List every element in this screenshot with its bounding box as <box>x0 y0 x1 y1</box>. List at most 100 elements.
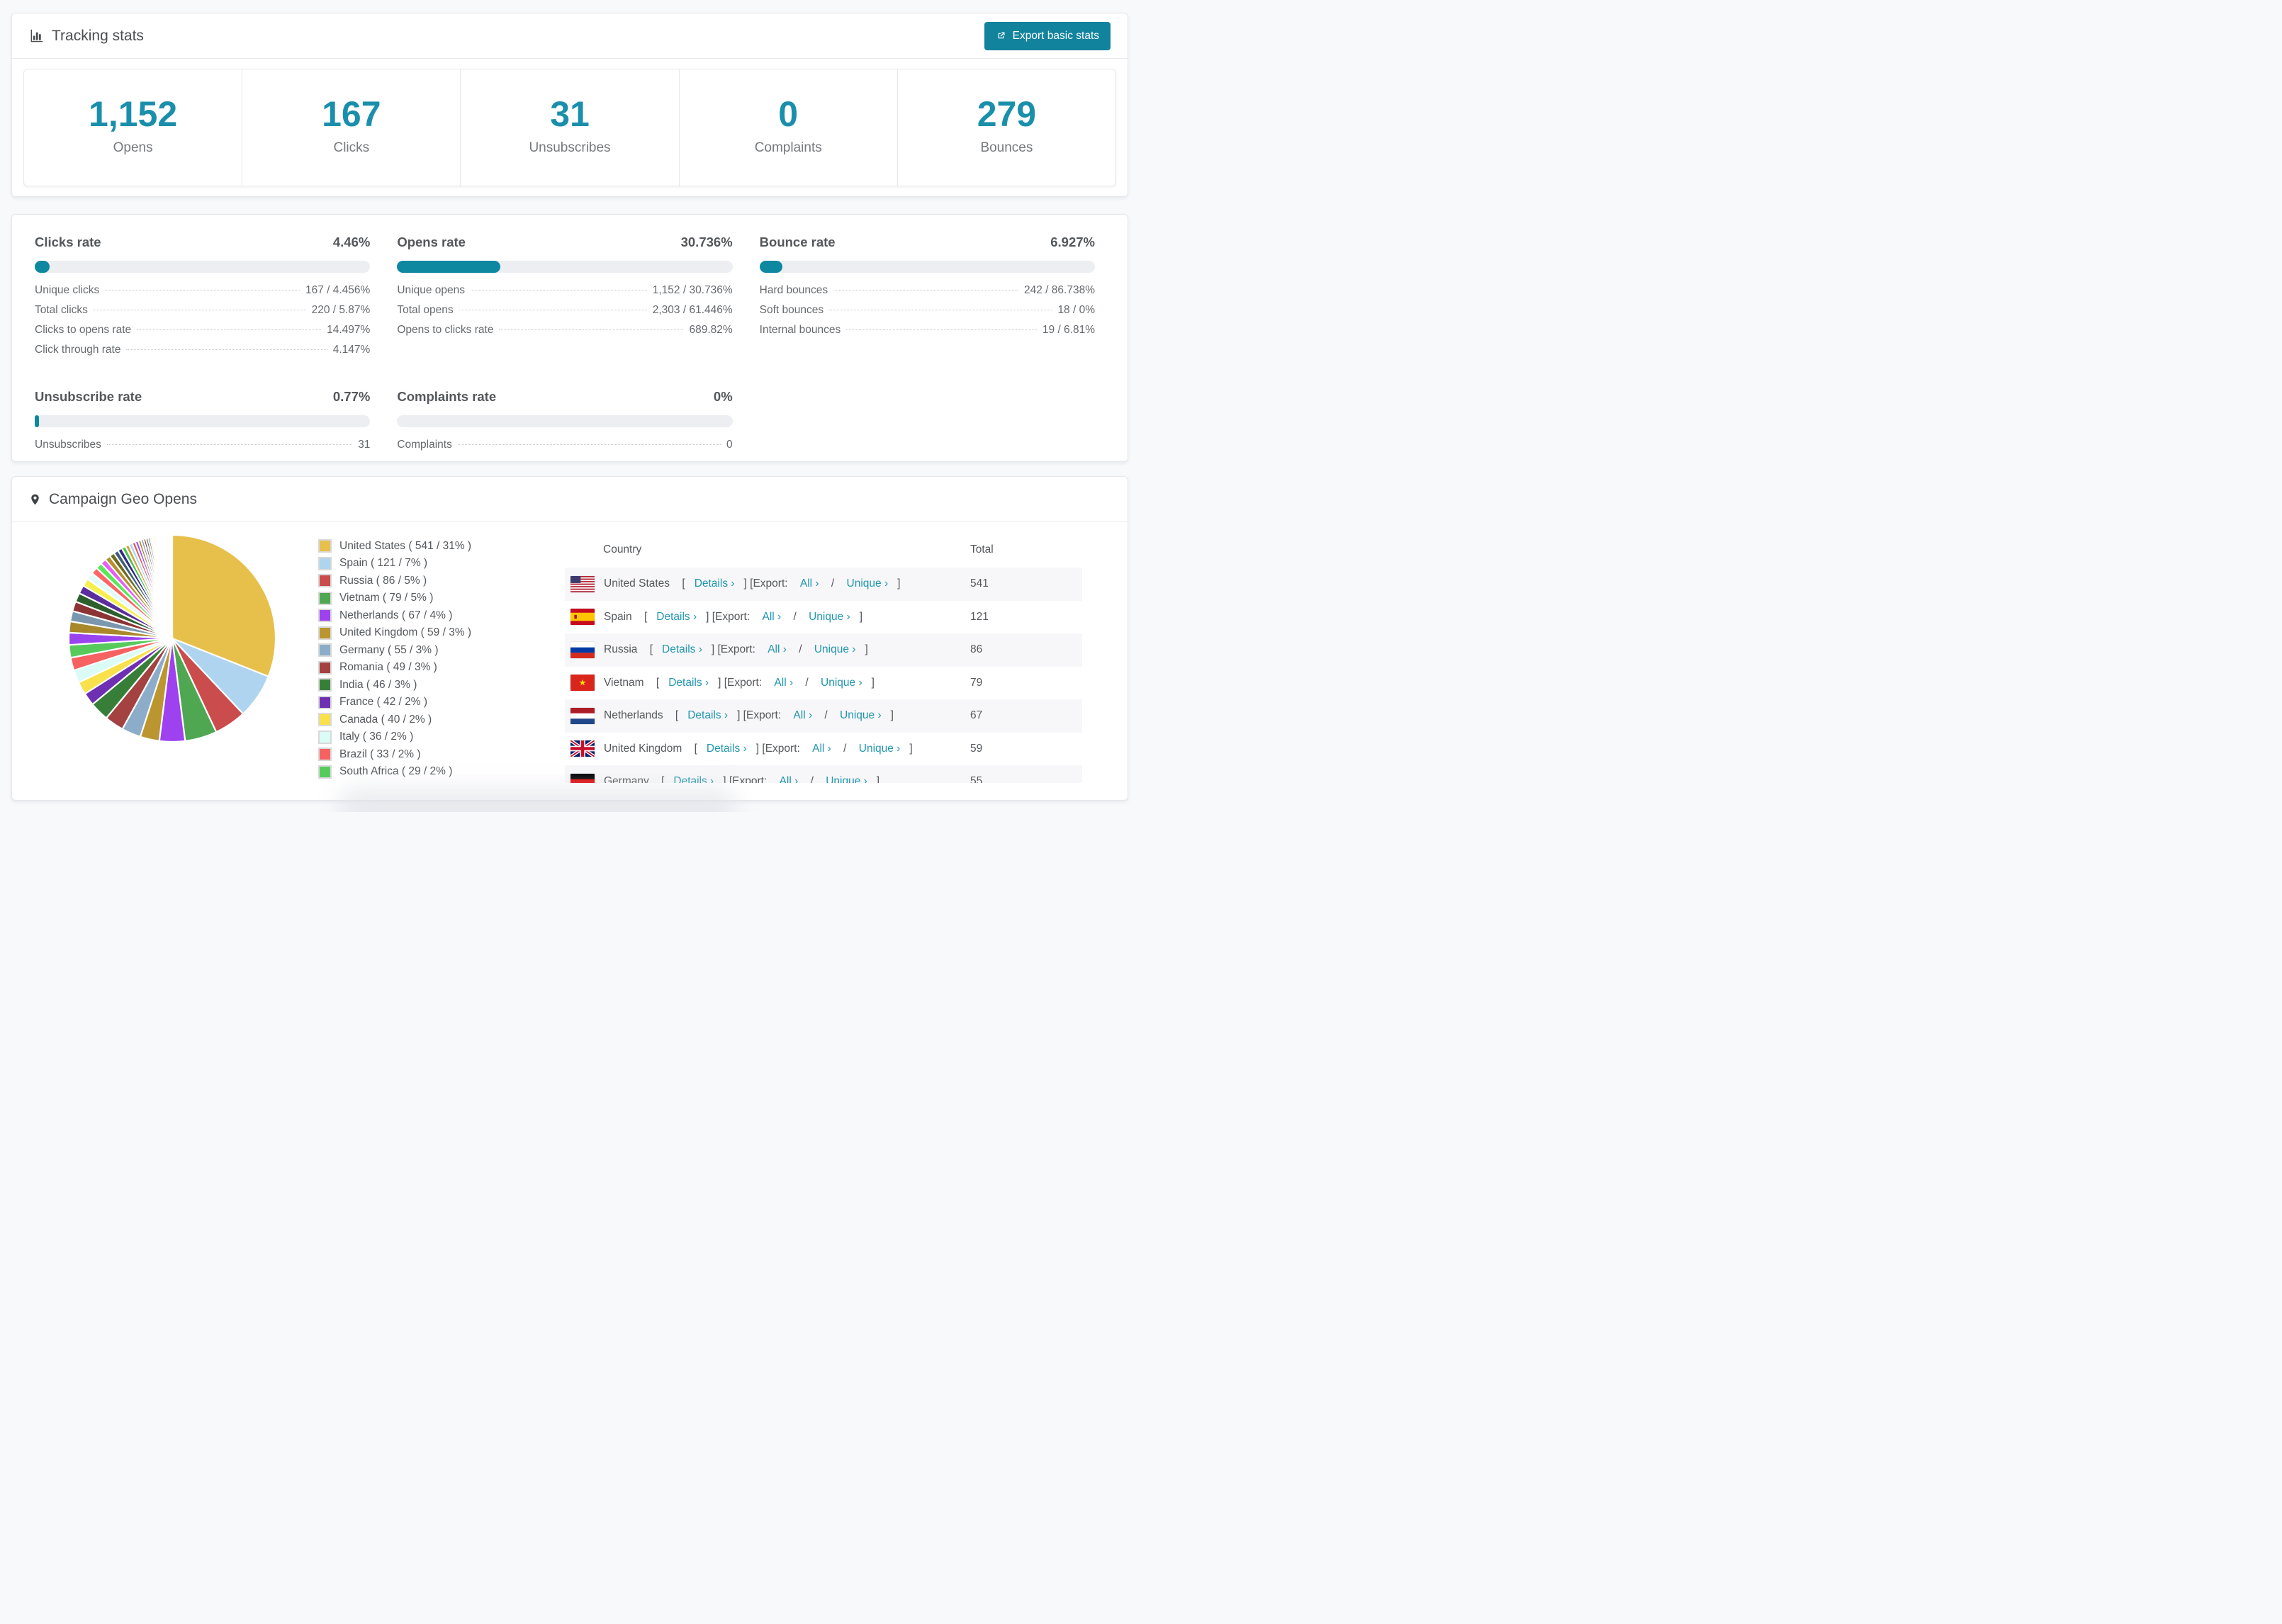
legend-label: Romania ( 49 / 3% ) <box>339 661 437 673</box>
total-cell: 79 <box>970 676 983 689</box>
bar-chart-icon <box>30 29 43 43</box>
legend-label: Spain ( 121 / 7% ) <box>339 557 428 569</box>
export-all-link[interactable]: All › <box>774 677 793 689</box>
rate-title: Clicks rate <box>35 235 101 249</box>
country-cell: Spain [Details ›] [Export: All › / Uniqu… <box>570 609 970 626</box>
legend-item: United Kingdom ( 59 / 3% ) <box>318 626 524 640</box>
export-unique-link[interactable]: Unique › <box>809 611 850 624</box>
punctuation: ] [Export: <box>755 742 804 755</box>
legend-label: France ( 42 / 2% ) <box>339 696 428 708</box>
export-unique-link[interactable]: Unique › <box>821 677 862 689</box>
legend-swatch <box>318 556 332 570</box>
rate-detail-value: 4.147% <box>332 344 371 356</box>
export-all-link[interactable]: All › <box>800 577 819 590</box>
export-unique-link[interactable]: Unique › <box>859 743 901 755</box>
rate-detail-label: Soft bounces <box>759 304 824 316</box>
export-all-link[interactable]: All › <box>812 743 831 755</box>
rate-detail-row: Click through rate 4.147% <box>35 344 370 363</box>
rates-card: Clicks rate 4.46% Unique clicks 167 / 4.45… <box>11 214 1128 462</box>
rate-detail-value: 2,303 / 61.446% <box>652 304 733 316</box>
pie-legend: United States ( 541 / 31% ) Spain ( 121 /… <box>318 532 524 782</box>
map-pin-icon <box>31 494 39 504</box>
table-row: Spain [Details ›] [Export: All › / Uniqu… <box>565 601 1082 634</box>
export-all-link[interactable]: All › <box>762 611 781 624</box>
legend-label: India ( 46 / 3% ) <box>339 678 417 691</box>
country-name: Germany <box>604 775 649 783</box>
table-row: United Kingdom [Details ›] [Export: All … <box>565 733 1082 766</box>
rate-detail-value: 167 / 4.456% <box>305 284 371 296</box>
rate-detail-label: Unsubscribes <box>35 439 101 451</box>
total-cell: 67 <box>970 709 983 722</box>
export-all-link[interactable]: All › <box>793 709 812 722</box>
legend-label: Brazil ( 33 / 2% ) <box>339 748 421 760</box>
punctuation: ] [Export: <box>706 610 753 623</box>
details-link[interactable]: Details › <box>656 611 697 624</box>
rate-detail-row: Total clicks 220 / 5.87% <box>35 304 370 324</box>
tracking-stats-page: Tracking stats Export basic stats 1,152 … <box>0 0 1141 812</box>
geo-country-table: Country Total United States [Details ›] … <box>565 532 1082 783</box>
punctuation: ] <box>897 577 901 590</box>
dotted-leader <box>126 349 327 350</box>
legend-label: Netherlands ( 67 / 4% ) <box>339 609 453 621</box>
stat-value: 0 <box>778 94 799 134</box>
total-cell: 541 <box>970 577 989 590</box>
nl-flag-icon <box>570 707 595 724</box>
legend-item: Canada ( 40 / 2% ) <box>318 713 524 726</box>
legend-item: Italy ( 36 / 2% ) <box>318 730 524 744</box>
punctuation: / <box>828 577 838 590</box>
rate-detail-value: 242 / 86.738% <box>1024 284 1095 296</box>
table-header-row: Country Total <box>565 532 1082 568</box>
legend-swatch <box>318 643 332 657</box>
punctuation: [ <box>641 610 648 623</box>
complaints-rate-progressbar <box>397 415 733 427</box>
rate-title: Unsubscribe rate <box>35 389 142 404</box>
details-link[interactable]: Details › <box>673 775 714 783</box>
table-row: United States [Details ›] [Export: All ›… <box>565 568 1082 601</box>
export-all-link[interactable]: All › <box>768 643 787 656</box>
legend-item: South Africa ( 29 / 2% ) <box>318 765 524 779</box>
legend-label: Germany ( 55 / 3% ) <box>339 643 439 656</box>
stat-opens: 1,152 Opens <box>24 69 242 186</box>
punctuation: [ <box>653 676 660 689</box>
export-icon <box>998 32 1005 39</box>
export-unique-link[interactable]: Unique › <box>814 643 856 656</box>
rate-value: 0.77% <box>332 389 371 404</box>
export-unique-link[interactable]: Unique › <box>826 775 867 783</box>
legend-item: Spain ( 121 / 7% ) <box>318 556 524 570</box>
details-link[interactable]: Details › <box>695 577 735 590</box>
rate-value: 30.736% <box>680 235 733 249</box>
table-row: Vietnam [Details ›] [Export: All › / Uni… <box>565 667 1082 700</box>
rate-detail-value: 31 <box>358 439 371 451</box>
unsubscribe-rate-progressbar <box>35 415 371 427</box>
geo-opens-header: Campaign Geo Opens <box>12 477 1128 521</box>
details-link[interactable]: Details › <box>668 677 709 689</box>
rate-detail-value: 689.82% <box>689 324 733 336</box>
stat-value: 167 <box>322 94 381 134</box>
export-basic-stats-button[interactable]: Export basic stats <box>984 21 1111 50</box>
punctuation: [ <box>679 577 685 590</box>
tracking-stats-card: Tracking stats Export basic stats 1,152 … <box>11 13 1128 197</box>
export-unique-link[interactable]: Unique › <box>847 577 889 590</box>
rate-detail-row: Clicks to opens rate 14.497% <box>35 324 370 344</box>
export-all-link[interactable]: All › <box>780 775 799 783</box>
tracking-stats-header: Tracking stats Export basic stats <box>12 13 1128 58</box>
rate-detail-label: Total opens <box>397 304 454 316</box>
punctuation: [ <box>658 775 665 783</box>
rate-detail-row: Unique clicks 167 / 4.456% <box>35 284 370 304</box>
punctuation: ] [Export: <box>743 577 791 590</box>
stat-complaints: 0 Complaints <box>678 69 897 186</box>
legend-label: South Africa ( 29 / 2% ) <box>339 765 453 777</box>
details-link[interactable]: Details › <box>707 743 747 755</box>
legend-item: Russia ( 86 / 5% ) <box>318 574 524 587</box>
legend-item: Netherlands ( 67 / 4% ) <box>318 609 524 622</box>
dotted-leader <box>846 329 1037 330</box>
details-link[interactable]: Details › <box>687 709 728 722</box>
export-unique-link[interactable]: Unique › <box>840 709 882 722</box>
rate-detail-label: Opens to clicks rate <box>397 324 494 336</box>
dotted-leader <box>106 444 353 445</box>
legend-item: Germany ( 55 / 3% ) <box>318 643 524 657</box>
stat-clicks: 167 Clicks <box>242 69 460 186</box>
legend-swatch <box>318 765 332 779</box>
details-link[interactable]: Details › <box>662 643 702 656</box>
punctuation: [ <box>646 643 653 656</box>
